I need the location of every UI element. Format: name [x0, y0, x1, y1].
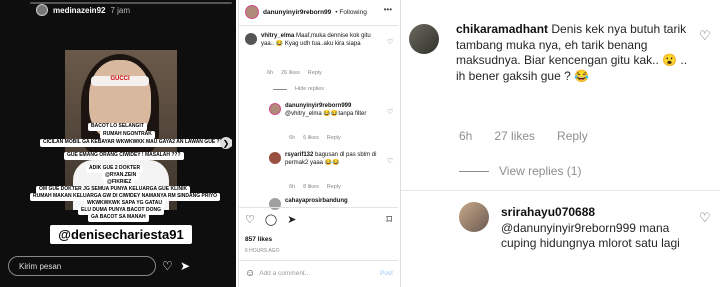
post-avatar[interactable] [245, 5, 259, 19]
comment-item: danunyinyir9reborn999 @vhitry_elma 😂😂tanp… [269, 103, 379, 119]
comment-likes[interactable]: 8 likes [303, 184, 319, 190]
avatar[interactable] [269, 152, 281, 164]
story-panel: medinazein92 7 jam GUCCI BACOT LO SELANG… [0, 0, 236, 287]
comment-text: @vhitry_elma 😂😂tanpa filter [285, 110, 367, 117]
post-username[interactable]: danunyinyir9reborn99 [263, 9, 331, 16]
story-sticker: GUE EMANG ORANG CIWIDEY ! MASALAH ??? [64, 152, 184, 160]
story-header: medinazein92 7 jam [36, 4, 130, 16]
comment-time: 6h [267, 70, 274, 76]
heart-icon[interactable]: ♡ [387, 157, 393, 165]
heart-icon[interactable]: ♡ [387, 108, 393, 116]
avatar[interactable] [269, 103, 281, 115]
headband-text: GUCCI [91, 76, 149, 86]
bookmark-icon[interactable]: ⌑ [386, 213, 392, 226]
hide-replies[interactable]: Hide replies [273, 86, 324, 92]
heart-icon[interactable]: ♡ [245, 213, 255, 226]
comment-user[interactable]: danunyinyir9reborn999 [285, 103, 351, 109]
comment-likes[interactable]: 26 likes [281, 70, 300, 76]
send-icon[interactable]: ➤ [180, 259, 190, 273]
story-sticker: CICILAN MOBIL GA KEBAYAR WKWKWKK MAU GAY… [40, 139, 232, 147]
post-date: 6 HOURS AGO [245, 248, 280, 254]
hide-replies-label[interactable]: Hide replies [295, 86, 324, 92]
comment-icon[interactable]: ◯ [265, 213, 277, 226]
zoomed-comments-panel: chikaramadhant Denis kek nya butuh tarik… [400, 0, 720, 287]
comment-meta: 6h 26 likes Reply [267, 70, 322, 76]
divider [401, 190, 720, 191]
reply-button[interactable]: Reply [327, 135, 341, 141]
post-button[interactable]: Post [380, 270, 393, 277]
comment-time: 6h [289, 135, 296, 141]
avatar[interactable] [459, 202, 489, 232]
comment-meta: 6h 8 likes Reply [289, 184, 341, 190]
post-actions: ♡ ◯ ➤ [245, 213, 296, 226]
avatar[interactable] [269, 198, 281, 210]
share-icon[interactable]: ➤ [287, 213, 296, 226]
comment-item: rsyarif132 bagusan dl pas sblm di permak… [269, 152, 383, 168]
story-sticker: BACOT LO SELANGIT [88, 123, 147, 131]
divider [239, 207, 398, 208]
reply-button[interactable]: Reply [327, 184, 341, 190]
story-avatar[interactable] [36, 4, 48, 16]
view-replies[interactable]: View replies (1) [459, 164, 581, 178]
avatar[interactable] [245, 33, 257, 45]
divider [239, 260, 398, 261]
more-options-icon[interactable]: ••• [384, 5, 392, 14]
reply-button[interactable]: Reply [557, 129, 588, 143]
comment-likes[interactable]: 27 likes [494, 129, 535, 143]
comment-user[interactable]: cahayaprosirbandung [285, 198, 348, 210]
view-replies-label[interactable]: View replies (1) [499, 164, 581, 178]
reply-button[interactable]: Reply [308, 70, 322, 76]
comment-item: vhitry_elma Maaf,muka dennise kok gitu y… [245, 33, 385, 49]
emoji-icon[interactable]: ☺ [245, 268, 255, 279]
next-story-icon[interactable]: ❯ [220, 137, 232, 149]
heart-icon[interactable]: ♡ [387, 38, 393, 46]
add-comment-row: ☺ Add a comment... Post [245, 268, 393, 279]
heart-icon[interactable]: ♡ [699, 28, 711, 44]
comment-likes[interactable]: 6 likes [303, 135, 319, 141]
likes-count[interactable]: 857 likes [245, 236, 272, 243]
avatar[interactable] [409, 24, 439, 54]
comment-item: chikaramadhant Denis kek nya butuh tarik… [456, 22, 691, 84]
comments-panel: danunyinyir9reborn99 • Following ••• vhi… [238, 0, 398, 287]
comment-user[interactable]: vhitry_elma [261, 33, 294, 39]
add-comment-input[interactable]: Add a comment... [259, 270, 310, 277]
mention-tag[interactable]: @denisechariesta91 [50, 225, 192, 244]
story-sticker: RUMAH NGONTRAK [100, 131, 155, 139]
comment-item: cahayaprosirbandung [269, 198, 383, 210]
comment-user[interactable]: rsyarif132 [285, 152, 313, 158]
following-label[interactable]: • Following [335, 9, 367, 16]
message-input[interactable]: Kirim pesan [8, 256, 156, 276]
comment-meta: 6h 27 likes Reply [459, 129, 588, 143]
comment-item: srirahayu070688 @danunyinyir9reborn999 m… [501, 205, 691, 252]
comment-user[interactable]: chikaramadhant [456, 22, 548, 36]
post-header: danunyinyir9reborn99 • Following [245, 5, 367, 19]
story-sticker: GA BACOT SA MANAH [88, 214, 149, 222]
heart-icon[interactable]: ♡ [162, 259, 173, 273]
comment-user[interactable]: srirahayu070688 [501, 205, 595, 219]
heart-icon[interactable]: ♡ [699, 210, 711, 226]
comment-text: @danunyinyir9reborn999 mana cuping hidun… [501, 220, 680, 251]
story-time: 7 jam [110, 5, 131, 15]
divider [239, 25, 398, 26]
comment-time: 6h [289, 184, 296, 190]
story-username[interactable]: medinazein92 [53, 6, 105, 15]
comment-meta: 6h 6 likes Reply [289, 135, 341, 141]
comment-time: 6h [459, 129, 473, 143]
